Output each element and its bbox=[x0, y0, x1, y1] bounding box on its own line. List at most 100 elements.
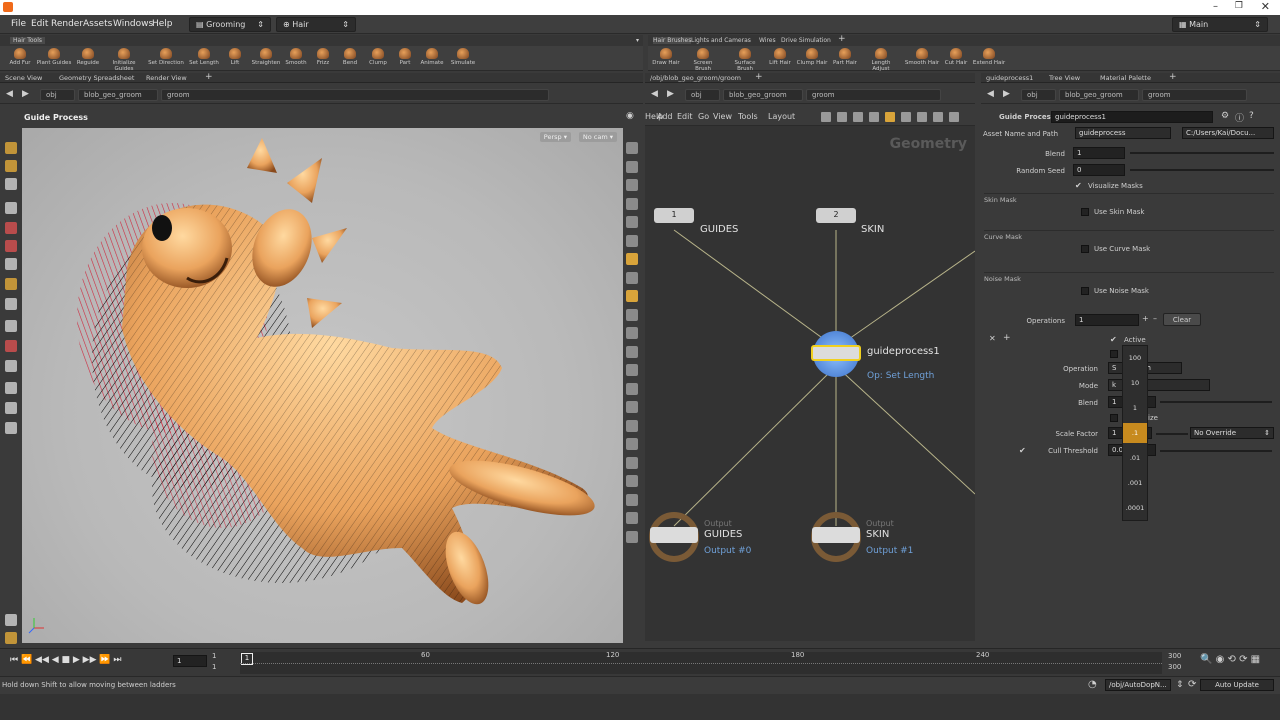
viewport-tool-icon[interactable] bbox=[5, 340, 17, 352]
ladder-step[interactable]: .1 bbox=[1123, 423, 1147, 443]
maximize-icon[interactable]: ❐ bbox=[1235, 1, 1243, 11]
display-option-icon[interactable] bbox=[626, 512, 638, 524]
forward-arrow-icon[interactable]: ▶ bbox=[1003, 89, 1010, 99]
add-shelf-icon[interactable]: + bbox=[838, 34, 846, 44]
network-tool-icon[interactable] bbox=[853, 112, 863, 122]
node-name-field[interactable]: guideprocess1 bbox=[1051, 111, 1213, 123]
asset-path-field[interactable]: C:/Users/Kai/Docu... bbox=[1182, 127, 1274, 139]
shelf-menu-icon[interactable]: ▾ bbox=[636, 37, 639, 44]
start-frame-2[interactable]: 1 bbox=[212, 663, 216, 671]
ladder-step[interactable]: 1 bbox=[1123, 398, 1147, 418]
shelf-tool-initialize-guides[interactable]: Initialize Guides bbox=[106, 46, 142, 72]
shelf-tab-drive-simulation[interactable]: Drive Simulation bbox=[781, 37, 831, 44]
pin-icon[interactable]: ◉ bbox=[626, 111, 634, 121]
network-tool-icon[interactable] bbox=[933, 112, 943, 122]
main-select[interactable]: ▦ Main ⇕ bbox=[1172, 17, 1268, 32]
shelf-tool-cut-hair[interactable]: Cut Hair bbox=[938, 46, 974, 66]
viewport-tool-icon[interactable] bbox=[5, 320, 17, 332]
crumb-obj[interactable]: obj bbox=[685, 89, 720, 101]
shelf-tool-extend-hair[interactable]: Extend Hair bbox=[971, 46, 1007, 66]
close-icon[interactable]: ✕ bbox=[1261, 0, 1270, 13]
network-tool-icon[interactable] bbox=[917, 112, 927, 122]
active-checkbox[interactable]: ✔ bbox=[1110, 335, 1117, 344]
playback-controls[interactable]: ⏮ ⏪ ◀◀ ◀ ■ ▶ ▶▶ ⏩ ⏭ bbox=[10, 655, 122, 665]
blend-field[interactable]: 1 bbox=[1073, 147, 1125, 159]
input-node-skin[interactable]: 2 bbox=[816, 208, 856, 223]
ladder-step[interactable]: .01 bbox=[1123, 448, 1147, 468]
network-menu-tools[interactable]: Tools bbox=[738, 112, 758, 121]
viewport-tool-icon[interactable] bbox=[5, 202, 17, 214]
blend-slider[interactable] bbox=[1130, 152, 1274, 154]
menu-windows[interactable]: Windows bbox=[113, 19, 153, 29]
add-multiparm-icon[interactable]: + bbox=[1003, 333, 1011, 343]
network-tool-icon[interactable] bbox=[869, 112, 879, 122]
crumb-groom[interactable]: groom bbox=[1142, 89, 1247, 101]
viewport-tool-icon[interactable] bbox=[5, 360, 17, 372]
viewport-tool-icon[interactable] bbox=[5, 382, 17, 394]
start-frame[interactable]: 1 bbox=[212, 652, 216, 660]
cull-threshold-slider[interactable] bbox=[1160, 450, 1272, 452]
timeline-track[interactable]: 1 60 120 180 240 bbox=[240, 651, 1162, 674]
override-select[interactable]: No Override ⇕ bbox=[1190, 427, 1274, 439]
end-frame-2[interactable]: 300 bbox=[1168, 663, 1181, 671]
ladder-step[interactable]: .0001 bbox=[1123, 498, 1147, 518]
shelf-tool-simulate[interactable]: Simulate bbox=[445, 46, 481, 66]
visualize-checkbox[interactable]: ✔ bbox=[1075, 181, 1082, 190]
input-node-guides[interactable]: 1 bbox=[654, 208, 694, 223]
shelf-tab-hair-tools[interactable]: Hair Tools bbox=[10, 37, 46, 44]
desktop-select[interactable]: ▤ Grooming ⇕ bbox=[189, 17, 271, 32]
back-arrow-icon[interactable]: ◀ bbox=[987, 89, 994, 99]
operations-field[interactable]: 1 bbox=[1075, 314, 1139, 326]
current-frame-field[interactable]: 1 bbox=[173, 655, 207, 667]
shelf-tool-smooth-hair[interactable]: Smooth Hair bbox=[904, 46, 940, 66]
shelf-tool-surface-brush[interactable]: Surface Brush bbox=[727, 46, 763, 72]
operations-add-button[interactable]: + bbox=[1142, 314, 1149, 323]
asset-name-select[interactable]: guideprocess bbox=[1075, 127, 1171, 139]
display-option-icon[interactable] bbox=[626, 142, 638, 154]
sim-path-arrows[interactable]: ⇕ bbox=[1176, 680, 1184, 690]
display-option-icon[interactable] bbox=[626, 234, 638, 247]
chat-icon[interactable]: ◔ bbox=[1088, 679, 1097, 690]
tab-material-palette[interactable]: Material Palette bbox=[1100, 74, 1151, 82]
use-skin-mask-checkbox[interactable] bbox=[1081, 208, 1089, 216]
shelf-tool-lift-hair[interactable]: Lift Hair bbox=[762, 46, 798, 66]
value-ladder[interactable]: 100 10 1 .1 .01 .001 .0001 bbox=[1122, 345, 1148, 521]
tab-render-view[interactable]: Render View bbox=[146, 74, 187, 82]
sim-path-field[interactable]: /obj/AutoDopN... bbox=[1105, 679, 1171, 691]
network-menu-help[interactable]: Help bbox=[645, 112, 663, 121]
update-mode-select[interactable]: Auto Update bbox=[1200, 679, 1274, 691]
display-option-icon[interactable] bbox=[626, 179, 638, 191]
network-editor[interactable]: Geometry 1 GUIDES 2 SKIN guideprocess1 O… bbox=[645, 126, 975, 641]
minimize-icon[interactable]: – bbox=[1213, 1, 1218, 12]
shelf-tool-part-hair[interactable]: Part Hair bbox=[827, 46, 863, 66]
size-checkbox[interactable] bbox=[1110, 414, 1118, 422]
menu-file[interactable]: File bbox=[11, 19, 26, 29]
display-option-icon[interactable] bbox=[626, 401, 638, 413]
shelf-tool-length-adjust[interactable]: Length Adjust bbox=[863, 46, 899, 72]
back-arrow-icon[interactable]: ◀ bbox=[651, 89, 658, 99]
forward-arrow-icon[interactable]: ▶ bbox=[667, 89, 674, 99]
shelf-tool-draw-hair[interactable]: Draw Hair bbox=[648, 46, 684, 66]
key-tools-icons[interactable]: 🔍 ◉ ⟲ ⟳ ▦ bbox=[1200, 654, 1260, 665]
viewport-tool-icon[interactable] bbox=[5, 614, 17, 626]
crumb-groom[interactable]: groom bbox=[161, 89, 549, 101]
network-menu-go[interactable]: Go bbox=[698, 112, 709, 121]
use-curve-mask-checkbox[interactable] bbox=[1081, 245, 1089, 253]
viewport-tool-icon[interactable] bbox=[5, 222, 17, 234]
operations-remove-button[interactable]: – bbox=[1153, 314, 1157, 323]
output-node-guides[interactable] bbox=[650, 527, 698, 543]
random-seed-field[interactable]: 0 bbox=[1073, 164, 1125, 176]
network-menu-edit[interactable]: Edit bbox=[677, 112, 693, 121]
network-tool-icon[interactable] bbox=[949, 112, 959, 122]
shelf-tool-add-fur[interactable]: Add Fur bbox=[2, 46, 38, 66]
shelf-tool-set-direction[interactable]: Set Direction bbox=[148, 46, 184, 66]
display-option-icon[interactable] bbox=[626, 271, 638, 284]
shelf-tool-clump-hair[interactable]: Clump Hair bbox=[794, 46, 830, 66]
network-tool-icon[interactable] bbox=[837, 112, 847, 122]
ladder-step[interactable]: 10 bbox=[1123, 373, 1147, 393]
crumb-geo[interactable]: blob_geo_groom bbox=[723, 89, 803, 101]
viewport-tool-icon[interactable] bbox=[5, 402, 17, 414]
viewport-tool-icon[interactable] bbox=[5, 178, 17, 190]
display-option-icon[interactable] bbox=[626, 290, 638, 302]
display-option-icon[interactable] bbox=[626, 493, 638, 506]
